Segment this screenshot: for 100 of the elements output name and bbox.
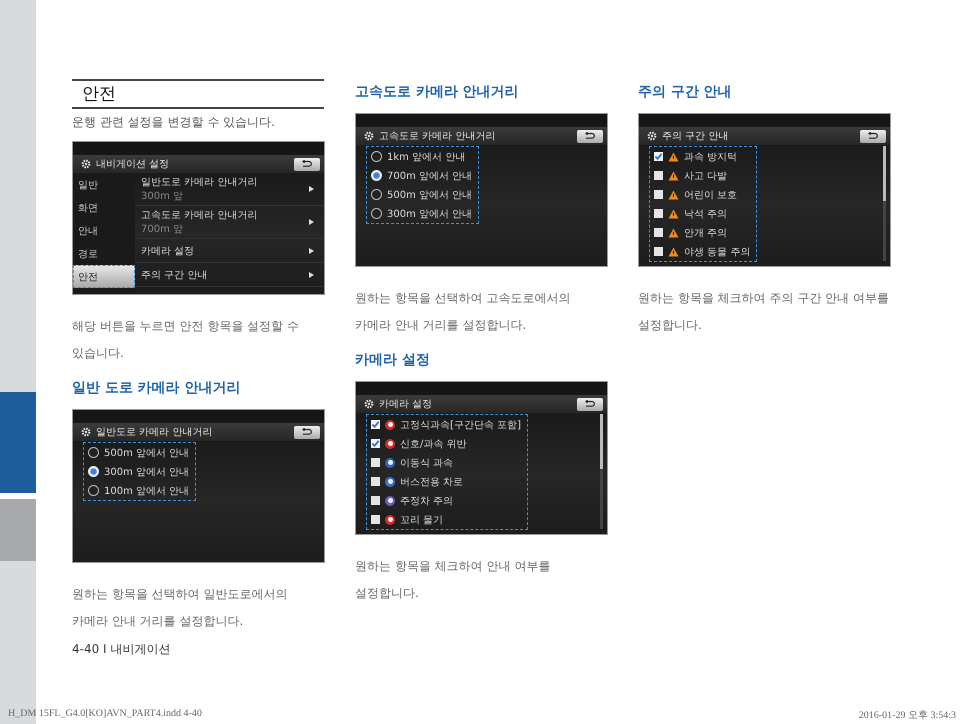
- checkbox-option[interactable]: 이동식 과속: [371, 453, 521, 472]
- warning-icon: [668, 208, 679, 218]
- radio-button[interactable]: [371, 208, 382, 219]
- option-label: 300m 앞에서 안내: [104, 466, 190, 478]
- checkbox[interactable]: [371, 496, 380, 505]
- radio-option[interactable]: 700m 앞에서 안내: [371, 166, 472, 185]
- intro-text: 운행 관련 설정을 변경할 수 있습니다.: [72, 114, 276, 131]
- checkbox-option[interactable]: 어린이 보호: [654, 185, 750, 204]
- radio-option[interactable]: 1km 앞에서 안내: [371, 147, 472, 166]
- checkbox[interactable]: [371, 458, 380, 467]
- checkbox-option[interactable]: 낙석 주의: [654, 204, 750, 223]
- option-label: 주정차 주의: [400, 494, 454, 508]
- radio-option[interactable]: 100m 앞에서 안내: [88, 481, 190, 500]
- checkbox[interactable]: [654, 247, 663, 256]
- body-text: 원하는 항목을 체크하여 안내 여부를 설정합니다.: [355, 558, 552, 602]
- right-triangle-icon: [309, 219, 314, 225]
- checkbox[interactable]: [654, 152, 663, 161]
- menu-item-title: 일반도로 카메라 안내거리: [141, 176, 258, 189]
- right-triangle-icon: [309, 186, 314, 192]
- warning-icon: [668, 228, 679, 238]
- warning-icon: [668, 190, 679, 200]
- sidebar-item[interactable]: 안전: [73, 265, 135, 288]
- option-label: 어린이 보호: [684, 188, 738, 202]
- checkbox-option[interactable]: 고정식과속[구간단속 포함]: [371, 415, 521, 434]
- menu-item-title: 고속도로 카메라 안내거리: [141, 209, 258, 222]
- back-icon: [867, 132, 879, 140]
- checkbox[interactable]: [371, 477, 380, 486]
- option-label: 700m 앞에서 안내: [387, 170, 472, 182]
- checkbox[interactable]: [654, 209, 663, 218]
- sidebar-item[interactable]: 일반: [73, 173, 135, 196]
- radio-option[interactable]: 500m 앞에서 안내: [371, 185, 472, 204]
- scrollbar[interactable]: [883, 146, 886, 261]
- radio-option[interactable]: 500m 앞에서 안내: [88, 443, 190, 462]
- screen-title: 카메라 설정: [379, 398, 434, 411]
- checkbox-option[interactable]: 야생 동물 주의: [654, 242, 750, 261]
- radio-button[interactable]: [88, 485, 99, 496]
- radio-button[interactable]: [371, 151, 382, 162]
- checkbox-option[interactable]: 과속 방지턱: [654, 147, 750, 166]
- menu-item-title: 주의 구간 안내: [141, 268, 208, 282]
- radio-button[interactable]: [88, 447, 99, 458]
- back-button[interactable]: [577, 398, 603, 410]
- radio-option[interactable]: 300m 앞에서 안내: [88, 462, 190, 481]
- menu-item[interactable]: 고속도로 카메라 안내거리 700m 앞: [135, 206, 324, 239]
- screen-title: 고속도로 카메라 안내거리: [379, 130, 496, 143]
- back-icon: [584, 132, 596, 140]
- screen-title: 주의 구간 안내: [662, 130, 730, 143]
- sidebar-item[interactable]: 경로: [73, 242, 135, 265]
- settings-icon: [647, 131, 657, 141]
- option-label: 300m 앞에서 안내: [387, 208, 472, 220]
- print-timestamp: 2016-01-29 오후 3:54:3: [858, 709, 956, 722]
- option-label: 500m 앞에서 안내: [387, 188, 472, 202]
- option-label: 버스전용 차로: [400, 476, 464, 488]
- checkbox[interactable]: [371, 420, 380, 429]
- checkbox-option[interactable]: 사고 다발: [654, 166, 750, 185]
- section-heading: 카메라 설정: [355, 351, 431, 369]
- body-text: 원하는 항목을 선택하여 고속도로에서의 카메라 안내 거리를 설정합니다.: [355, 290, 572, 334]
- screen-title: 내비게이션 설정: [96, 158, 170, 171]
- option-label: 100m 앞에서 안내: [104, 484, 190, 498]
- sidebar-item[interactable]: 안내: [73, 219, 135, 242]
- checkbox-option[interactable]: 신호/과속 위반: [371, 434, 521, 453]
- back-button[interactable]: [294, 426, 320, 438]
- option-label: 안개 주의: [684, 226, 728, 240]
- right-triangle-icon: [309, 248, 314, 254]
- checkbox-option[interactable]: 버스전용 차로: [371, 472, 521, 491]
- sidebar-item[interactable]: 화면: [73, 196, 135, 219]
- option-label: 이동식 과속: [400, 456, 454, 470]
- checkbox[interactable]: [371, 515, 380, 524]
- checkbox-option[interactable]: 안개 주의: [654, 223, 750, 242]
- section-heading: 고속도로 카메라 안내거리: [355, 83, 520, 101]
- checkbox[interactable]: [654, 228, 663, 237]
- back-button[interactable]: [577, 130, 603, 142]
- checkbox[interactable]: [371, 439, 380, 448]
- checkbox[interactable]: [654, 171, 663, 180]
- menu-item-value: 700m 앞: [141, 223, 184, 236]
- back-icon: [584, 400, 596, 408]
- option-label: 꼬리 물기: [400, 514, 444, 526]
- checkbox-option[interactable]: 꼬리 물기: [371, 510, 521, 529]
- settings-icon: [364, 131, 374, 141]
- menu-item[interactable]: 카메라 설정: [135, 239, 324, 263]
- settings-icon: [81, 159, 91, 169]
- chapter-title: 안전: [72, 79, 324, 109]
- checkbox-option[interactable]: 주정차 주의: [371, 491, 521, 510]
- checkbox[interactable]: [654, 190, 663, 199]
- back-button[interactable]: [294, 158, 320, 170]
- menu-item[interactable]: 주의 구간 안내: [135, 263, 324, 287]
- warning-icon: [668, 152, 679, 162]
- option-label: 사고 다발: [684, 170, 728, 182]
- screen-title: 일반도로 카메라 안내거리: [96, 426, 214, 439]
- option-label: 500m 앞에서 안내: [104, 446, 190, 460]
- radio-option[interactable]: 300m 앞에서 안내: [371, 204, 472, 223]
- menu-item[interactable]: 일반도로 카메라 안내거리 300m 앞: [135, 173, 324, 206]
- page-footer: 4-40 I 내비게이션: [72, 641, 960, 658]
- settings-icon: [364, 399, 374, 409]
- option-label: 야생 동물 주의: [684, 246, 750, 258]
- body-text: 해당 버튼을 누르면 안전 항목을 설정할 수 있습니다.: [72, 318, 300, 362]
- back-icon: [301, 160, 313, 168]
- radio-button[interactable]: [371, 189, 382, 200]
- body-text: 원하는 항목을 선택하여 일반도로에서의 카메라 안내 거리를 설정합니다.: [72, 586, 288, 630]
- scrollbar[interactable]: [600, 414, 603, 529]
- back-button[interactable]: [860, 130, 886, 142]
